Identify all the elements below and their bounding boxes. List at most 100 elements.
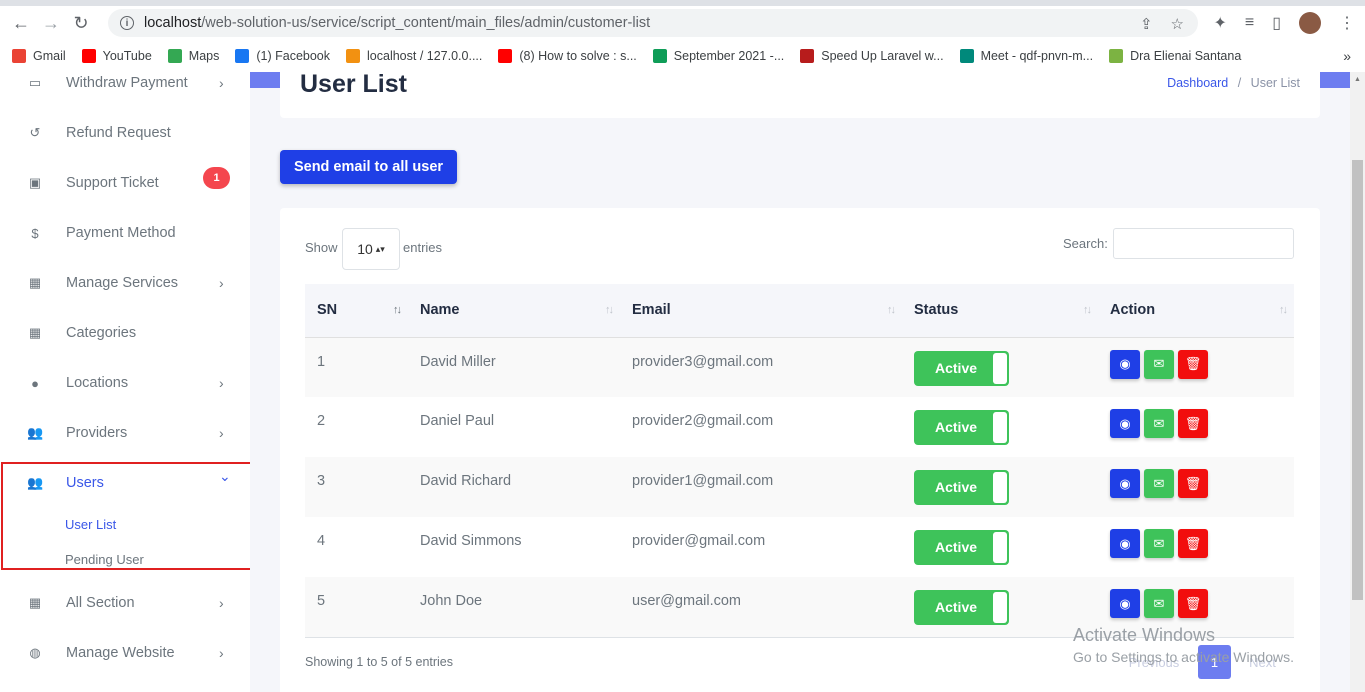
- cell-sn: 4: [317, 533, 326, 549]
- column-header-email[interactable]: Email ↑↓: [620, 284, 902, 338]
- entries-select[interactable]: 10 ▴▾: [342, 228, 400, 270]
- user-table-card: Show 10 ▴▾ entries Search: SN ↑↓ Name ↑↓ E…: [280, 208, 1320, 692]
- delete-user-button[interactable]: 🗑: [1178, 409, 1208, 438]
- scroll-up-icon[interactable]: ▲: [1354, 76, 1361, 83]
- bookmark-item[interactable]: localhost / 127.0.0....: [346, 49, 482, 63]
- view-user-button[interactable]: ◉: [1110, 469, 1140, 498]
- status-toggle[interactable]: Active: [914, 470, 1009, 505]
- status-toggle[interactable]: Active: [914, 350, 1009, 386]
- delete-user-button[interactable]: 🗑: [1178, 349, 1208, 379]
- email-user-button[interactable]: ✉: [1144, 469, 1174, 498]
- sidebar-item-locations[interactable]: ● Locations ›: [0, 358, 250, 408]
- bookmark-item[interactable]: Gmail: [12, 49, 66, 63]
- cell-email: provider3@gmail.com: [632, 353, 774, 370]
- site-info-icon[interactable]: i: [120, 16, 134, 30]
- sidebar-item-manage-services[interactable]: ▦ Manage Services ›: [0, 258, 250, 308]
- send-email-all-button[interactable]: Send email to all user: [280, 150, 457, 184]
- status-toggle-label: Active: [935, 479, 978, 495]
- bookmark-label: Meet - qdf-pnvn-m...: [980, 49, 1094, 63]
- email-user-button[interactable]: ✉: [1144, 529, 1174, 558]
- email-user-button[interactable]: ✉: [1144, 349, 1174, 379]
- sidebar-item-manage-website[interactable]: ◍ Manage Website ›: [0, 628, 250, 678]
- view-user-button[interactable]: ◉: [1110, 529, 1140, 558]
- envelope-icon: ✉: [1153, 475, 1165, 491]
- address-bar[interactable]: i localhost/web-solution-us/service/scri…: [108, 9, 1198, 37]
- search-label: Search:: [1063, 236, 1108, 251]
- bookmarks-overflow-icon[interactable]: »: [1343, 48, 1351, 64]
- bookmark-star-icon[interactable]: ☆: [1171, 15, 1184, 33]
- column-header-name[interactable]: Name ↑↓: [408, 284, 620, 338]
- sidebar-item-payment-method[interactable]: $ Payment Method: [0, 208, 250, 258]
- trash-icon: 🗑: [1184, 415, 1202, 431]
- column-header-action[interactable]: Action ↑↓: [1098, 284, 1294, 338]
- profile-avatar[interactable]: [1299, 12, 1321, 34]
- bookmark-item[interactable]: (1) Facebook: [235, 49, 330, 63]
- sidebar-item-all-section[interactable]: ▦ All Section ›: [0, 578, 250, 628]
- back-arrow-icon[interactable]: ←: [6, 8, 36, 38]
- envelope-icon: ✉: [1153, 415, 1165, 431]
- breadcrumb-dashboard-link[interactable]: Dashboard: [1167, 76, 1228, 90]
- sidebar-item-categories[interactable]: ▦ Categories: [0, 308, 250, 358]
- bookmark-favicon-icon: [167, 49, 182, 63]
- sidebar-item-withdraw-payment[interactable]: ▭ Withdraw Payment ›: [0, 72, 250, 108]
- eye-icon: ◉: [1119, 415, 1131, 431]
- bookmark-item[interactable]: Maps: [167, 49, 219, 63]
- side-panel-icon[interactable]: ▯: [1272, 13, 1281, 33]
- menu-icon[interactable]: ⋮: [1339, 13, 1355, 33]
- cell-email: user@gmail.com: [620, 577, 902, 638]
- search-input[interactable]: [1113, 228, 1294, 259]
- sort-icon: ↑↓: [393, 304, 402, 316]
- chevron-right-icon: ›: [219, 275, 224, 291]
- status-toggle-label: Active: [935, 419, 978, 435]
- grid-icon: ▦: [28, 595, 42, 610]
- delete-user-button[interactable]: 🗑: [1178, 529, 1208, 558]
- bookmark-item[interactable]: (8) How to solve : s...: [498, 49, 637, 63]
- email-user-button[interactable]: ✉: [1144, 589, 1174, 618]
- page-scrollbar[interactable]: ▲: [1350, 72, 1365, 692]
- cell-name: David Simmons: [420, 533, 522, 549]
- forward-arrow-icon[interactable]: →: [36, 8, 66, 38]
- bookmark-item[interactable]: September 2021 -...: [652, 49, 784, 63]
- status-toggle[interactable]: Active: [914, 410, 1009, 445]
- annotation-highlight-box: [1, 462, 250, 570]
- bookmark-item[interactable]: Dra Elienai Santana: [1109, 49, 1241, 63]
- sidebar-item-refund-request[interactable]: ↺ Refund Request: [0, 108, 250, 158]
- sort-icon: ↑↓: [1083, 304, 1092, 316]
- view-user-button[interactable]: ◉: [1110, 349, 1140, 379]
- bookmark-item[interactable]: YouTube: [81, 49, 152, 63]
- extensions-icon[interactable]: ✦: [1213, 13, 1226, 33]
- email-user-button[interactable]: ✉: [1144, 409, 1174, 438]
- breadcrumb-separator: /: [1237, 76, 1242, 90]
- media-icon[interactable]: ≡: [1245, 14, 1254, 32]
- scrollbar-thumb[interactable]: [1352, 160, 1363, 600]
- column-header-status[interactable]: Status ↑↓: [902, 284, 1098, 338]
- table-row: 2 Daniel Paul provider2@gmail.com Active ◉ ✉ 🗑: [305, 397, 1294, 457]
- sort-icon: ↑↓: [1279, 304, 1288, 316]
- status-toggle[interactable]: Active: [914, 590, 1009, 625]
- envelope-icon: ✉: [1153, 535, 1165, 551]
- column-header-sn[interactable]: SN ↑↓: [305, 284, 408, 338]
- cell-status: Active: [902, 337, 1098, 397]
- delete-user-button[interactable]: 🗑: [1178, 589, 1208, 618]
- url-host: localhost: [144, 15, 202, 31]
- bookmark-favicon-icon: [81, 49, 96, 63]
- reload-icon[interactable]: ↻: [66, 8, 96, 38]
- sort-icon: ↑↓: [887, 304, 896, 316]
- status-toggle[interactable]: Active: [914, 530, 1009, 565]
- status-toggle-label: Active: [935, 539, 978, 555]
- bookmark-item[interactable]: Meet - qdf-pnvn-m...: [959, 49, 1094, 63]
- users-icon: 👥: [27, 425, 44, 440]
- view-user-button[interactable]: ◉: [1110, 589, 1140, 618]
- support-ticket-badge: 1: [203, 167, 230, 189]
- bookmark-item[interactable]: Speed Up Laravel w...: [800, 49, 944, 63]
- delete-user-button[interactable]: 🗑: [1178, 469, 1208, 498]
- bookmark-favicon-icon: [12, 49, 26, 63]
- view-user-button[interactable]: ◉: [1110, 409, 1140, 438]
- sidebar-item-providers[interactable]: 👥 Providers ›: [0, 408, 250, 458]
- bookmark-favicon-icon: [498, 49, 513, 63]
- column-label: Name: [420, 302, 460, 319]
- share-icon[interactable]: ⇪: [1140, 15, 1153, 33]
- watermark-subtitle: Go to Settings to activate Windows.: [1073, 649, 1294, 665]
- cell-name: David Richard: [420, 473, 512, 489]
- bookmark-label: (8) How to solve : s...: [519, 49, 637, 63]
